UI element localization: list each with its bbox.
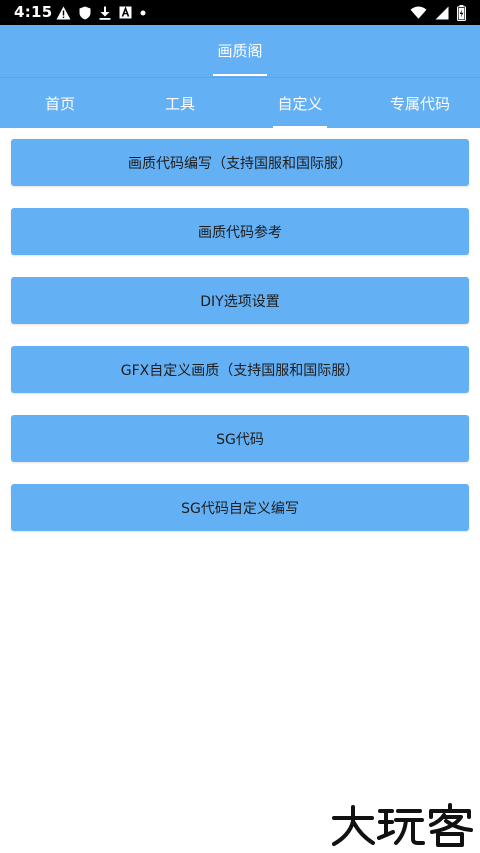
tab-exclusive-code[interactable]: 专属代码 [360,78,480,128]
shield-icon [79,6,91,20]
download-icon [99,6,111,20]
menu-button-list: 画质代码编写（支持国服和国际服） 画质代码参考 DIY选项设置 GFX自定义画质… [11,139,469,553]
app-title: 画质阁 [217,42,263,60]
app-title-underline [213,74,267,76]
tab-custom[interactable]: 自定义 [240,78,360,128]
tab-tools[interactable]: 工具 [120,78,240,128]
font-a-icon [119,6,132,19]
status-time: 4:15 [14,3,53,21]
wifi-icon [410,6,427,19]
app-bar: 画质阁 [0,25,480,77]
tab-home[interactable]: 首页 [0,78,120,128]
sg-code-button[interactable]: SG代码 [11,415,469,462]
gfx-custom-quality-button[interactable]: GFX自定义画质（支持国服和国际服） [11,346,469,393]
dot-icon [140,10,146,16]
signal-icon [435,6,449,20]
sg-code-custom-write-button[interactable]: SG代码自定义编写 [11,484,469,531]
tab-selected-indicator [273,126,327,128]
diy-options-button[interactable]: DIY选项设置 [11,277,469,324]
notification-icons [56,4,146,21]
status-bar: 4:15 [0,0,480,25]
battery-icon [457,4,466,21]
system-icons [410,4,466,21]
tab-bar: 首页 工具 自定义 专属代码 [0,77,480,128]
warning-icon [56,6,71,20]
quality-code-write-button[interactable]: 画质代码编写（支持国服和国际服） [11,139,469,186]
watermark-logo [330,803,476,847]
quality-code-reference-button[interactable]: 画质代码参考 [11,208,469,255]
